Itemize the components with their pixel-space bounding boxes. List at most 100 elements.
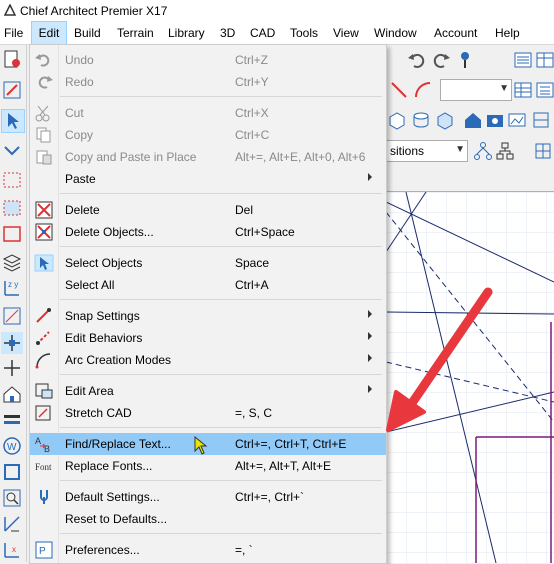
menu-item-edit-area[interactable]: Edit Area xyxy=(30,380,386,402)
undo-toolbar-button[interactable] xyxy=(406,49,428,71)
cube-button[interactable] xyxy=(386,109,408,131)
undo-icon xyxy=(34,51,54,69)
render-icon xyxy=(508,113,526,127)
menu-build[interactable]: Build xyxy=(73,22,102,44)
frame-button[interactable] xyxy=(1,461,23,483)
menu-item-reset-to-defaults[interactable]: Reset to Defaults... xyxy=(30,508,386,530)
table-button[interactable] xyxy=(512,79,534,101)
cylinder-button[interactable] xyxy=(410,109,432,131)
copy-icon xyxy=(34,126,54,144)
transform-icon xyxy=(3,307,21,325)
cube-icon xyxy=(389,112,405,130)
grid-icon xyxy=(535,143,551,159)
plan-canvas[interactable] xyxy=(386,191,554,563)
grid-button[interactable] xyxy=(532,140,554,162)
report-button[interactable] xyxy=(512,49,534,71)
scissors-icon xyxy=(34,104,54,122)
tree-button[interactable] xyxy=(472,140,494,162)
select-objects-button[interactable] xyxy=(1,109,25,133)
menu-item-paste[interactable]: Paste xyxy=(30,168,386,190)
menu-window[interactable]: Window xyxy=(373,22,418,44)
layer-set-combo[interactable]: sitions ▼ xyxy=(386,140,468,162)
menu-separator xyxy=(60,427,382,428)
menu-item-replace-fonts[interactable]: Font Replace Fonts... Alt+=, Alt+T, Alt+… xyxy=(30,455,386,477)
submenu-arrow-icon xyxy=(368,310,372,318)
menu-account[interactable]: Account xyxy=(433,22,478,44)
select-box-icon xyxy=(3,172,21,188)
layers-button[interactable] xyxy=(1,251,23,273)
menu-tools[interactable]: Tools xyxy=(289,22,319,44)
menu-terrain[interactable]: Terrain xyxy=(116,22,155,44)
select-edge-button[interactable] xyxy=(1,197,23,219)
diagonal-button[interactable] xyxy=(388,79,410,101)
home-view-button[interactable] xyxy=(462,109,484,131)
menu-item-undo[interactable]: Undo Ctrl+Z xyxy=(30,49,386,71)
menu-item-select-all[interactable]: Select All Ctrl+A xyxy=(30,274,386,296)
menu-item-copy[interactable]: Copy Ctrl+C xyxy=(30,124,386,146)
menu-item-stretch-cad[interactable]: Stretch CAD =, S, C xyxy=(30,402,386,424)
list-button[interactable] xyxy=(534,79,554,101)
menu-separator xyxy=(60,480,382,481)
new-plan-button[interactable] xyxy=(1,48,23,70)
crosshair-button[interactable] xyxy=(1,357,23,379)
cad-tools-button[interactable] xyxy=(1,79,23,101)
arc-button[interactable] xyxy=(412,79,434,101)
zoom-button[interactable] xyxy=(1,487,23,509)
menu-3d[interactable]: 3D xyxy=(219,22,236,44)
submenu-arrow-icon xyxy=(368,354,372,362)
edit-area-icon xyxy=(34,382,54,400)
arc-icon xyxy=(415,82,431,98)
menu-item-edit-behaviors[interactable]: Edit Behaviors xyxy=(30,327,386,349)
select-box-button[interactable] xyxy=(1,169,23,191)
menu-item-copy-paste-in-place[interactable]: Copy and Paste in Place Alt+=, Alt+E, Al… xyxy=(30,146,386,168)
menu-cad[interactable]: CAD xyxy=(249,22,276,44)
menu-separator xyxy=(60,533,382,534)
menu-item-cut[interactable]: Cut Ctrl+X xyxy=(30,102,386,124)
layer-set-value: sitions xyxy=(390,144,425,158)
menu-file[interactable]: File xyxy=(3,22,24,44)
schedule-button[interactable] xyxy=(534,49,554,71)
select-area-button[interactable] xyxy=(1,223,23,245)
pin-icon xyxy=(461,52,469,68)
material-combo[interactable]: ▼ xyxy=(440,79,512,101)
select-objects-icon xyxy=(34,254,54,272)
redo-toolbar-button[interactable] xyxy=(430,49,452,71)
cursor-icon xyxy=(8,113,19,129)
wall-button[interactable] xyxy=(1,409,23,431)
menu-item-redo[interactable]: Redo Ctrl+Y xyxy=(30,71,386,93)
menu-item-snap-settings[interactable]: Snap Settings xyxy=(30,305,386,327)
axis-icon: z y xyxy=(4,280,19,296)
hierarchy-button[interactable] xyxy=(494,140,516,162)
menu-item-delete-objects[interactable]: Delete Objects... Ctrl+Space xyxy=(30,221,386,243)
undo-icon xyxy=(408,53,425,68)
elevation-button[interactable] xyxy=(530,109,552,131)
render-button[interactable] xyxy=(506,109,528,131)
menu-item-default-settings[interactable]: Default Settings... Ctrl+=, Ctrl+` xyxy=(30,486,386,508)
expand-button[interactable] xyxy=(1,139,23,161)
transform-button[interactable] xyxy=(1,305,23,327)
menu-view[interactable]: View xyxy=(332,22,360,44)
camera-button[interactable] xyxy=(484,109,506,131)
box-button[interactable] xyxy=(434,109,456,131)
menu-library[interactable]: Library xyxy=(167,22,206,44)
box-icon xyxy=(437,112,453,130)
menu-item-find-replace-text[interactable]: AB Find/Replace Text... Ctrl+=, Ctrl+T, … xyxy=(30,433,386,455)
chevron-down-icon: ▼ xyxy=(499,83,509,94)
window-button[interactable]: W xyxy=(1,435,23,457)
menu-help[interactable]: Help xyxy=(494,22,521,44)
cad-tools-icon xyxy=(3,81,21,99)
select-area-icon xyxy=(3,226,21,242)
axis-button[interactable]: z y xyxy=(1,277,23,299)
menu-item-select-objects[interactable]: Select Objects Space xyxy=(30,252,386,274)
pin-button[interactable] xyxy=(454,49,476,71)
title-bar: Chief Architect Premier X17 xyxy=(0,0,554,22)
axis-x-button[interactable]: x xyxy=(1,539,23,561)
schedule-icon xyxy=(536,52,554,68)
move-button[interactable] xyxy=(1,332,23,354)
menu-edit[interactable]: Edit xyxy=(31,21,67,45)
menu-item-arc-creation-modes[interactable]: Arc Creation Modes xyxy=(30,349,386,371)
house-button[interactable] xyxy=(1,383,23,405)
dimension-button[interactable] xyxy=(1,513,23,535)
menu-item-preferences[interactable]: P Preferences... =, ` xyxy=(30,539,386,561)
menu-item-delete[interactable]: Delete Del xyxy=(30,199,386,221)
